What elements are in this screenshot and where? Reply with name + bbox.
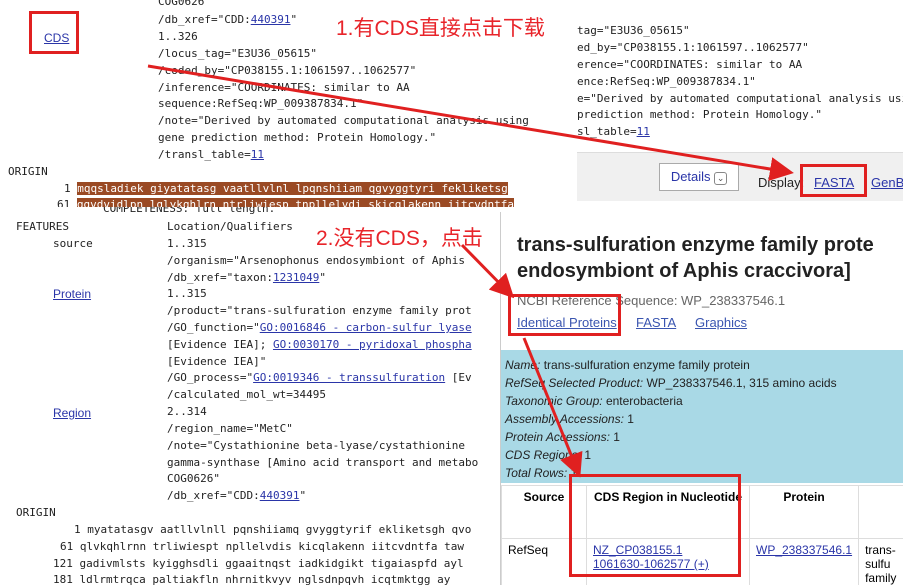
arrow-to-cds-region — [522, 337, 583, 478]
arrow-to-fasta — [147, 64, 794, 181]
arrow-to-identical-proteins — [460, 243, 515, 299]
arrows-overlay — [147, 64, 794, 478]
